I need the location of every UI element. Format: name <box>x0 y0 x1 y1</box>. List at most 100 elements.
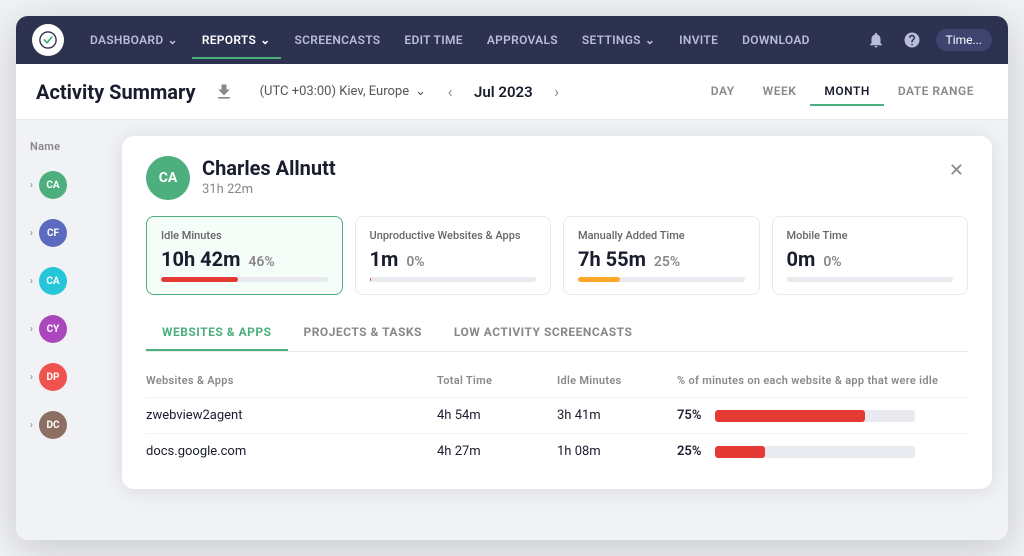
stat-values-idle: 10h 42m 46% <box>161 247 328 271</box>
chevron-down-icon: ⌄ <box>260 33 270 47</box>
col-header-pct: % of minutes on each website & app that … <box>677 374 968 387</box>
app-logo[interactable] <box>32 24 64 56</box>
stat-card-mobile: Mobile Time 0m 0% <box>772 216 969 295</box>
current-month: Jul 2023 <box>474 83 533 101</box>
stat-label-mobile: Mobile Time <box>787 229 954 243</box>
modal-header: CA Charles Allnutt 31h 22m ✕ <box>146 156 968 200</box>
chevron-right-icon: › <box>30 372 33 383</box>
stat-bar-track-unproductive <box>370 277 537 282</box>
avatar: DC <box>39 411 67 439</box>
stat-values-unproductive: 1m 0% <box>370 247 537 271</box>
tab-day[interactable]: DAY <box>697 78 749 106</box>
chevron-down-icon: ⌄ <box>645 33 655 47</box>
nav-settings[interactable]: SETTINGS ⌄ <box>572 29 665 51</box>
table-header: Websites & Apps Total Time Idle Minutes … <box>146 368 968 393</box>
nav-dashboard[interactable]: DASHBOARD ⌄ <box>80 29 188 51</box>
timezone-selector[interactable]: (UTC +03:00) Kiev, Europe ⌄ <box>260 84 426 99</box>
stat-pct-mobile: 0% <box>823 254 841 270</box>
stat-label-manual: Manually Added Time <box>578 229 745 243</box>
avatar: CY <box>39 315 67 343</box>
modal-area: CA Charles Allnutt 31h 22m ✕ Idle Minute… <box>106 120 1008 540</box>
stat-values-manual: 7h 55m 25% <box>578 247 745 271</box>
help-icon[interactable] <box>896 24 928 56</box>
tab-date-range[interactable]: DATE RANGE <box>884 78 988 106</box>
sidebar-col-label: Name <box>24 136 98 157</box>
table-row: docs.google.com 4h 27m 1h 08m 25% <box>146 433 968 469</box>
stat-main-unproductive: 1m <box>370 247 399 271</box>
stat-card-manual: Manually Added Time 7h 55m 25% <box>563 216 760 295</box>
nav-approvals[interactable]: APPROVALS <box>477 29 568 51</box>
chevron-down-icon: ⌄ <box>415 84 426 99</box>
chevron-right-icon: › <box>30 228 33 239</box>
chevron-right-icon: › <box>30 420 33 431</box>
stat-bar-fill-idle <box>161 277 238 282</box>
top-nav: DASHBOARD ⌄ REPORTS ⌄ SCREENCASTS EDIT T… <box>16 16 1008 64</box>
modal-user-name: Charles Allnutt <box>202 156 937 180</box>
chevron-right-icon: › <box>30 180 33 191</box>
stat-main-mobile: 0m <box>787 247 816 271</box>
avatar: CA <box>39 171 67 199</box>
stat-card-idle: Idle Minutes 10h 42m 46% <box>146 216 343 295</box>
section-tabs: WEBSITES & APPS PROJECTS & TASKS LOW ACT… <box>146 315 968 352</box>
modal-user-total-time: 31h 22m <box>202 182 937 197</box>
stat-pct-unproductive: 0% <box>406 254 424 270</box>
modal-close-button[interactable]: ✕ <box>945 156 968 185</box>
sidebar-item-dp[interactable]: › DP <box>24 357 98 397</box>
pct-bar-track-0 <box>715 410 915 422</box>
tab-low-activity[interactable]: LOW ACTIVITY SCREENCASTS <box>438 315 649 351</box>
col-header-site: Websites & Apps <box>146 374 437 387</box>
avatar: DP <box>39 363 67 391</box>
table-row: zwebview2agent 4h 54m 3h 41m 75% <box>146 397 968 433</box>
user-detail-modal: CA Charles Allnutt 31h 22m ✕ Idle Minute… <box>122 136 992 489</box>
stat-pct-manual: 25% <box>654 254 680 270</box>
stat-card-unproductive: Unproductive Websites & Apps 1m 0% <box>355 216 552 295</box>
stat-label-idle: Idle Minutes <box>161 229 328 243</box>
modal-user-info: Charles Allnutt 31h 22m <box>202 156 937 197</box>
cell-site-1: docs.google.com <box>146 444 437 459</box>
tab-month[interactable]: MONTH <box>810 78 883 106</box>
cell-pct-bar-0: 75% <box>677 408 968 423</box>
stat-bar-fill-unproductive <box>370 277 372 282</box>
avatar: CF <box>39 219 67 247</box>
cell-site-0: zwebview2agent <box>146 408 437 423</box>
chevron-down-icon: ⌄ <box>167 33 177 47</box>
sidebar-item-cy[interactable]: › CY <box>24 309 98 349</box>
stat-cards: Idle Minutes 10h 42m 46% Unproductive We… <box>146 216 968 295</box>
page-title: Activity Summary <box>36 80 196 104</box>
nav-screencasts[interactable]: SCREENCASTS <box>285 29 391 51</box>
upload-icon[interactable] <box>208 76 240 108</box>
sidebar-item-cf[interactable]: › CF <box>24 213 98 253</box>
cell-idle-0: 3h 41m <box>557 408 677 423</box>
user-menu[interactable]: Time... <box>936 29 992 51</box>
sub-header: Activity Summary (UTC +03:00) Kiev, Euro… <box>16 64 1008 120</box>
pct-bar-fill-1 <box>715 446 765 458</box>
pct-text-0: 75% <box>677 408 705 423</box>
tab-week[interactable]: WEEK <box>749 78 811 106</box>
tab-websites-apps[interactable]: WEBSITES & APPS <box>146 315 288 351</box>
cell-total-0: 4h 54m <box>437 408 557 423</box>
cell-total-1: 4h 27m <box>437 444 557 459</box>
nav-reports[interactable]: REPORTS ⌄ <box>192 29 281 51</box>
modal-user-avatar: CA <box>146 156 190 200</box>
sidebar-item-ca1[interactable]: › CA <box>24 165 98 205</box>
next-month-button[interactable]: › <box>545 80 569 104</box>
prev-month-button[interactable]: ‹ <box>438 80 462 104</box>
sidebar-item-dc[interactable]: › DC <box>24 405 98 445</box>
avatar: CA <box>39 267 67 295</box>
stat-pct-idle: 46% <box>248 254 274 270</box>
chevron-right-icon: › <box>30 324 33 335</box>
notification-bell-icon[interactable] <box>860 24 892 56</box>
nav-invite[interactable]: INVITE <box>669 29 728 51</box>
stat-bar-track-mobile <box>787 277 954 282</box>
chevron-right-icon: › <box>30 276 33 287</box>
stat-values-mobile: 0m 0% <box>787 247 954 271</box>
view-tabs: DAY WEEK MONTH DATE RANGE <box>697 78 988 106</box>
stat-main-idle: 10h 42m <box>161 247 240 271</box>
nav-edit-time[interactable]: EDIT TIME <box>394 29 472 51</box>
tab-projects-tasks[interactable]: PROJECTS & TASKS <box>288 315 438 351</box>
sidebar-item-ca2[interactable]: › CA <box>24 261 98 301</box>
stat-label-unproductive: Unproductive Websites & Apps <box>370 229 537 243</box>
stat-main-manual: 7h 55m <box>578 247 646 271</box>
cell-idle-1: 1h 08m <box>557 444 677 459</box>
nav-download[interactable]: DOWNLOAD <box>732 29 820 51</box>
